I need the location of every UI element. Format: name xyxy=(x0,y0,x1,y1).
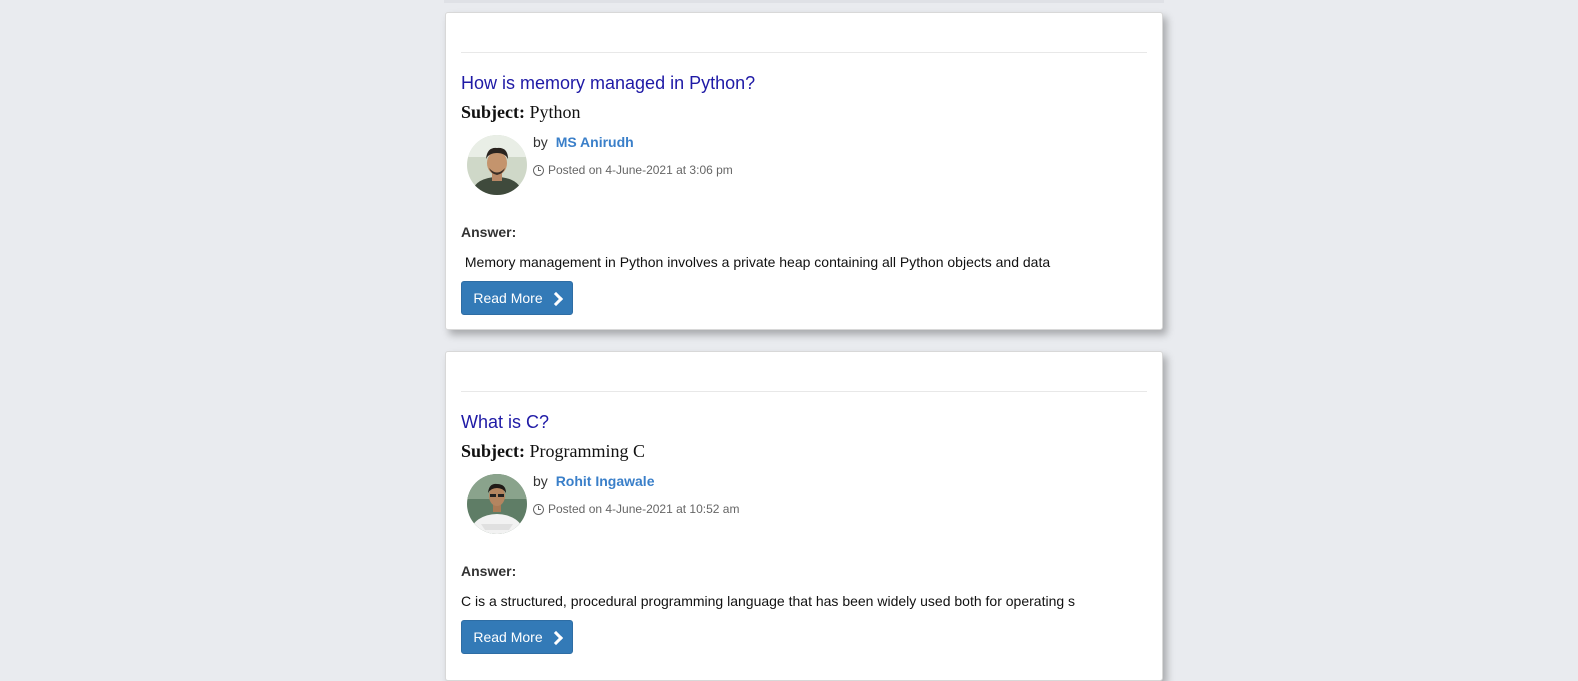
author-link[interactable]: Rohit Ingawale xyxy=(556,473,655,489)
subject-line: Subject: Python xyxy=(461,102,581,123)
card-divider xyxy=(461,52,1147,53)
question-title-link[interactable]: How is memory managed in Python? xyxy=(461,73,755,94)
clock-icon xyxy=(533,503,544,515)
by-label: by xyxy=(533,134,548,150)
posted-date: Posted on 4-June-2021 at 10:52 am xyxy=(533,502,739,516)
chevron-right-icon xyxy=(548,291,563,306)
answer-excerpt: Memory management in Python involves a p… xyxy=(461,254,1051,270)
subject-line: Subject: Programming C xyxy=(461,441,645,462)
read-more-label: Read More xyxy=(473,290,543,306)
question-card: What is C? Subject: Programming C by Roh… xyxy=(445,351,1163,681)
answer-excerpt: C is a structured, procedural programmin… xyxy=(461,593,1076,609)
author-avatar xyxy=(467,474,527,534)
subject-label: Subject: xyxy=(461,441,525,461)
by-label: by xyxy=(533,473,548,489)
author-byline: by MS Anirudh xyxy=(533,134,634,150)
author-avatar xyxy=(467,135,527,195)
posted-text: Posted on 4-June-2021 at 10:52 am xyxy=(548,502,740,516)
card-divider xyxy=(461,391,1147,392)
answer-label: Answer: xyxy=(461,224,517,240)
read-more-label: Read More xyxy=(473,629,543,645)
chevron-right-icon xyxy=(548,630,563,645)
subject-value: Programming C xyxy=(529,441,646,461)
read-more-button[interactable]: Read More xyxy=(461,281,573,315)
subject-label: Subject: xyxy=(461,102,525,122)
posted-text: Posted on 4-June-2021 at 3:06 pm xyxy=(548,163,733,177)
posted-date: Posted on 4-June-2021 at 3:06 pm xyxy=(533,163,733,177)
subject-value: Python xyxy=(529,102,581,122)
answer-label: Answer: xyxy=(461,563,517,579)
previous-card-edge xyxy=(444,0,1164,3)
read-more-button[interactable]: Read More xyxy=(461,620,573,654)
clock-icon xyxy=(533,164,544,176)
question-title-link[interactable]: What is C? xyxy=(461,412,549,433)
author-link[interactable]: MS Anirudh xyxy=(556,134,634,150)
question-card: How is memory managed in Python? Subject… xyxy=(445,12,1163,330)
author-byline: by Rohit Ingawale xyxy=(533,473,654,489)
